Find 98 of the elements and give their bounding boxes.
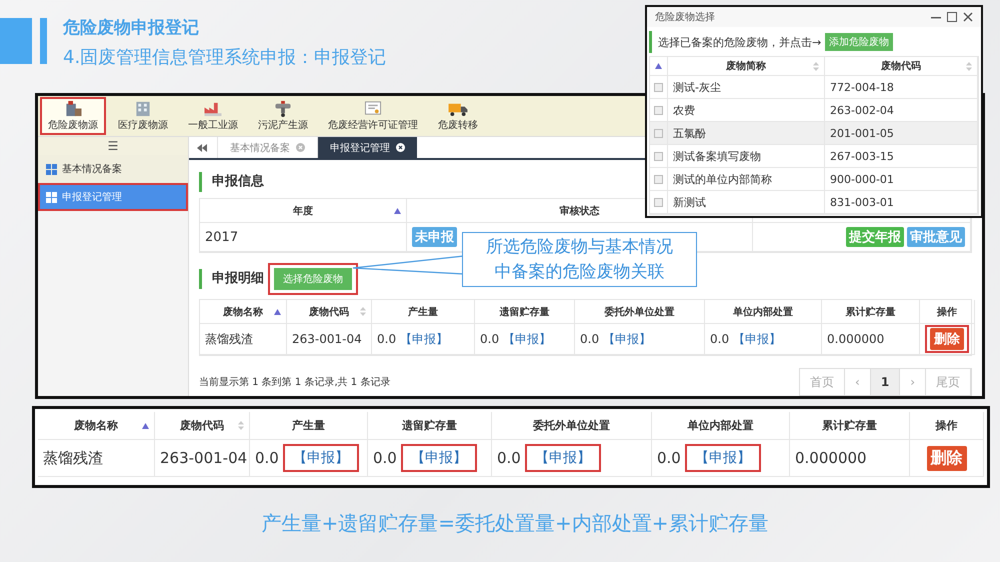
tab[interactable]: 申报登记管理: [317, 137, 417, 158]
checkbox[interactable]: [654, 152, 663, 160]
pipe-icon: [273, 100, 293, 117]
report-link[interactable]: 【申报】: [603, 330, 652, 348]
certificate-icon: [363, 100, 383, 117]
quantity-value: 0.0: [377, 332, 396, 346]
toolbar-button[interactable]: 污泥产生源: [250, 97, 316, 135]
sort-icon[interactable]: [360, 307, 366, 316]
toolbar-button[interactable]: 一般工业源: [180, 97, 246, 135]
grid-icon: [46, 192, 57, 202]
table-cell: 测试的单位内部简称: [668, 168, 825, 191]
sort-icon[interactable]: [813, 62, 819, 70]
quantity-value: 0.0: [480, 332, 500, 346]
close-icon[interactable]: [396, 143, 405, 152]
checkbox[interactable]: [654, 174, 663, 184]
column-header[interactable]: 委托外单位处置: [575, 300, 705, 324]
toolbar-button[interactable]: 危险废物源: [40, 97, 106, 135]
sort-icon[interactable]: [238, 421, 244, 430]
table-cell: 772-004-18: [825, 76, 978, 99]
accent-block: [0, 18, 32, 64]
toolbar-button[interactable]: 危废经营许可证管理: [320, 97, 426, 135]
table-cell: 蒸馏残渣: [38, 440, 155, 477]
instruction-text: 选择已备案的危险废物，并点击→: [658, 34, 822, 50]
sort-ascending-icon[interactable]: [142, 422, 149, 428]
column-header[interactable]: 产生量: [372, 300, 475, 324]
checkbox[interactable]: [654, 82, 663, 92]
quantity-value: 0.0: [657, 449, 681, 467]
report-link[interactable]: 【申报】: [292, 449, 349, 467]
delete-button[interactable]: 删除: [926, 446, 966, 470]
column-header[interactable]: 操作: [910, 412, 984, 440]
formula-text: 产生量+遗留贮存量=委托处置量+内部处置+累计贮存量: [260, 510, 770, 537]
sidebar-item[interactable]: 基本情况备案: [38, 155, 188, 183]
table-cell: 五氯酚: [668, 122, 825, 145]
status-badge: 未申报: [412, 227, 457, 247]
table-cell: 0.000000: [822, 324, 920, 355]
toolbar-button[interactable]: 危废转移: [430, 97, 486, 135]
table-cell: 201-001-05: [825, 122, 978, 145]
toolbar-button[interactable]: 医疗废物源: [110, 97, 176, 135]
checkbox[interactable]: [654, 128, 663, 138]
column-header[interactable]: 单位内部处置: [652, 412, 790, 440]
table-cell: 2017: [200, 223, 407, 252]
report-link[interactable]: 【申报】: [400, 330, 448, 348]
report-link[interactable]: 【申报】: [534, 449, 591, 467]
menu-icon[interactable]: ☰: [38, 137, 188, 155]
column-header[interactable]: 累计贮存量: [790, 412, 910, 440]
factory-icon: [203, 100, 223, 117]
sort-ascending-icon[interactable]: [394, 208, 401, 214]
column-header[interactable]: 废物代码: [155, 412, 250, 440]
close-icon[interactable]: [963, 12, 973, 22]
sort-ascending-icon[interactable]: [274, 308, 281, 314]
column-header[interactable]: 废物名称: [38, 412, 155, 440]
sort-icon[interactable]: [966, 62, 972, 70]
callout: 所选危险废物与基本情况 中备案的危险废物关联: [462, 232, 697, 287]
page-button[interactable]: 1: [870, 369, 900, 395]
table-cell: 蒸馏残渣: [200, 324, 287, 355]
table-cell: 900-000-01: [825, 168, 978, 191]
report-link[interactable]: 【申报】: [694, 449, 751, 467]
report-link[interactable]: 【申报】: [410, 449, 467, 467]
dialog-title: 危险废物选择: [655, 10, 715, 24]
quantity-value: 0.0: [580, 332, 600, 346]
column-header[interactable]: 遗留贮存量: [475, 300, 575, 324]
table-cell: 831-003-01: [825, 191, 978, 214]
quantity-value: 0.0: [710, 332, 730, 346]
column-header[interactable]: 年度: [200, 199, 407, 223]
column-header[interactable]: 废物代码: [287, 300, 372, 324]
section-heading: 申报明细: [199, 269, 264, 289]
sort-ascending-icon[interactable]: [655, 63, 662, 69]
table-cell: 0.000000: [790, 440, 910, 477]
table-cell: 263-001-04: [155, 440, 250, 477]
accent-bar: [40, 18, 47, 64]
table-cell: 新测试: [668, 191, 825, 214]
column-header[interactable]: 废物名称: [200, 300, 287, 324]
record-count-text: 当前显示第 1 条到第 1 条记录,共 1 条记录: [199, 376, 390, 389]
slide-title: 危险废物申报登记: [63, 17, 200, 39]
quantity-value: 0.0: [255, 449, 279, 467]
slide-subtitle: 4.固废管理信息管理系统申报：申报登记: [63, 46, 386, 69]
column-header[interactable]: 遗留贮存量: [368, 412, 492, 440]
grid-icon: [46, 164, 57, 174]
double-chevron-icon[interactable]: [197, 144, 207, 152]
column-header[interactable]: 废物简称: [668, 57, 825, 76]
report-link[interactable]: 【申报】: [733, 330, 782, 348]
quantity-value: 0.0: [497, 449, 521, 467]
table-cell: 263-001-04: [287, 324, 372, 355]
maximize-icon[interactable]: [947, 12, 957, 22]
delete-button[interactable]: 删除: [930, 328, 964, 350]
column-header[interactable]: 操作: [920, 300, 975, 324]
column-header[interactable]: 单位内部处置: [705, 300, 822, 324]
table-cell: 测试-灰尘: [668, 76, 825, 99]
table-cell: 测试备案填写废物: [668, 145, 825, 168]
column-header[interactable]: 废物代码: [825, 57, 978, 76]
column-header[interactable]: 委托外单位处置: [492, 412, 652, 440]
column-header[interactable]: 产生量: [250, 412, 368, 440]
report-link[interactable]: 【申报】: [503, 330, 552, 348]
checkbox[interactable]: [654, 198, 663, 206]
checkbox[interactable]: [654, 106, 663, 114]
table-cell: 267-003-15: [825, 145, 978, 168]
column-header[interactable]: 累计贮存量: [822, 300, 920, 324]
quantity-value: 0.0: [373, 449, 397, 467]
